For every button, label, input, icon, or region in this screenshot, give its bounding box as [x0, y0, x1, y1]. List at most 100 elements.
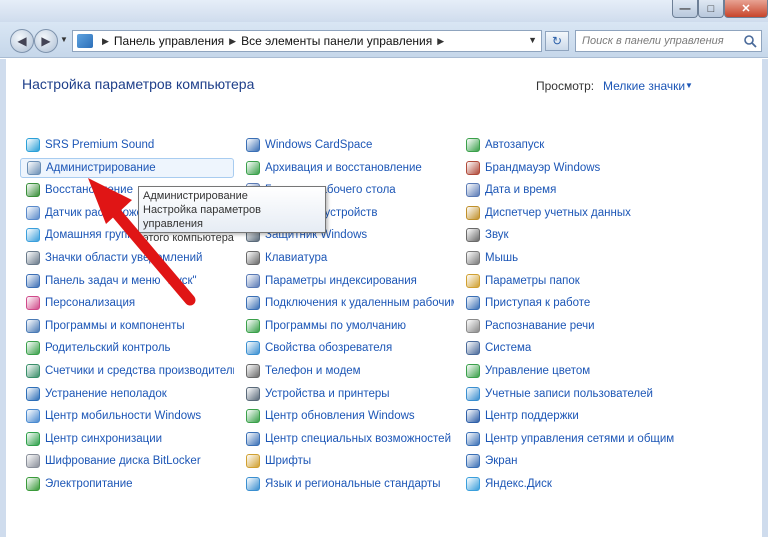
item-label: Клавиатура [265, 252, 328, 264]
refresh-button[interactable]: ↻ [545, 31, 569, 51]
control-panel-item[interactable]: Экран [460, 451, 674, 471]
control-panel-item[interactable]: Центр поддержки [460, 406, 674, 426]
recovery-icon [26, 183, 40, 198]
control-panel-item[interactable]: Звук [460, 225, 674, 245]
control-panel-item[interactable]: Значки области уведомлений [20, 248, 234, 268]
control-panel-item[interactable]: Управление цветом [460, 361, 674, 381]
item-label: Система [485, 342, 532, 355]
control-panel-item[interactable]: Центр управления сетями и общим доступом [460, 429, 674, 449]
control-panel-item[interactable]: Автозапуск [460, 135, 674, 155]
item-label: Администрирование [46, 161, 156, 174]
control-panel-item[interactable]: SRS Premium Sound [20, 135, 234, 155]
control-panel-item[interactable]: Параметры папок [460, 271, 674, 291]
control-panel-item[interactable]: Администрирование [20, 157, 234, 178]
forward-button[interactable]: ▶ [34, 29, 58, 53]
control-panel-item[interactable]: Учетные записи пользователей [460, 384, 674, 404]
item-label: Экран [485, 455, 518, 468]
item-label: Счетчики и средства производительности [45, 365, 234, 377]
control-panel-item[interactable]: Центр синхронизации [20, 429, 234, 449]
display-icon [466, 454, 480, 469]
sound-icon [466, 228, 480, 243]
view-by-dropdown[interactable]: Мелкие значки [603, 79, 685, 93]
control-panel-item[interactable]: Шрифты [240, 451, 454, 471]
control-panel-item[interactable]: Диспетчер учетных данных [460, 203, 674, 223]
bitlocker-icon [26, 454, 40, 469]
search-input[interactable]: Поиск в панели управления [575, 30, 762, 52]
breadcrumb-control-panel[interactable]: Панель управления [114, 34, 224, 48]
minimize-button[interactable]: — [672, 0, 698, 18]
breadcrumb-all-items[interactable]: Все элементы панели управления [241, 34, 432, 48]
control-panel-item[interactable]: Яндекс.Диск [460, 474, 674, 494]
item-label: Звук [485, 229, 509, 242]
control-panel-item[interactable]: Архивация и восстановление [240, 158, 454, 178]
view-by-label: Просмотр: [536, 79, 595, 93]
control-panel-item[interactable]: Система [460, 338, 674, 358]
control-panel-item[interactable]: Брандмауэр Windows [460, 158, 674, 178]
item-label: Параметры папок [485, 274, 580, 287]
item-label: Центр управления сетями и общим доступом [485, 432, 674, 445]
mobility-center-icon [26, 409, 40, 424]
control-panel-item[interactable]: Центр обновления Windows [240, 406, 454, 426]
control-panel-item[interactable]: Центр специальных возможностей [240, 429, 454, 449]
item-label: Домашняя группа [45, 229, 140, 242]
item-label: Автозапуск [485, 139, 545, 151]
control-panel-item[interactable]: Распознавание речи [460, 316, 674, 336]
maximize-button[interactable]: □ [698, 0, 724, 18]
control-panel-item[interactable]: Электропитание [20, 474, 234, 494]
control-panel-item[interactable]: Центр мобильности Windows [20, 406, 234, 426]
address-bar[interactable]: ▶ Панель управления ▶ Все элементы панел… [72, 30, 542, 52]
performance-icon [26, 364, 40, 378]
control-panel-item[interactable]: Подключения к удаленным рабочим столам [240, 293, 454, 313]
back-button[interactable]: ◀ [10, 29, 34, 53]
fonts-icon [246, 454, 260, 469]
content-pane: Настройка параметров компьютера Просмотр… [0, 59, 768, 537]
control-panel-item[interactable]: Приступая к работе [460, 293, 674, 313]
control-panel-item[interactable]: Счетчики и средства производительности [20, 361, 234, 381]
tooltip-description: Настройка параметров управления [143, 204, 261, 230]
control-panel-item[interactable]: Персонализация [20, 293, 234, 313]
network-center-icon [466, 431, 480, 446]
control-panel-item[interactable]: Устройства и принтеры [240, 384, 454, 404]
cardspace-icon [246, 138, 260, 152]
search-placeholder: Поиск в панели управления [582, 35, 724, 47]
address-dropdown-icon[interactable]: ▼ [528, 35, 537, 45]
control-panel-item[interactable]: Программы по умолчанию [240, 316, 454, 336]
control-panel-item[interactable]: Программы и компоненты [20, 316, 234, 336]
control-panel-item[interactable]: Шифрование диска BitLocker [20, 451, 234, 471]
accessibility-icon [246, 431, 260, 446]
chevron-down-icon[interactable]: ▼ [685, 81, 693, 90]
default-programs-icon [246, 318, 260, 333]
control-panel-item[interactable]: Панель задач и меню "Пуск" [20, 271, 234, 291]
item-label: Брандмауэр Windows [485, 161, 601, 174]
item-label: Центр обновления Windows [265, 410, 415, 423]
speech-recognition-icon [466, 318, 480, 333]
control-panel-item[interactable]: Мышь [460, 248, 674, 268]
tooltip: Администрирование Настройка параметров у… [138, 186, 326, 244]
control-panel-item[interactable]: Устранение неполадок [20, 384, 234, 404]
control-panel-item[interactable]: Клавиатура [240, 248, 454, 268]
breadcrumb-separator[interactable]: ▶ [229, 36, 236, 47]
control-panel-item[interactable]: Телефон и модем [240, 361, 454, 381]
user-accounts-icon [466, 386, 480, 401]
mouse-icon [466, 251, 480, 265]
taskbar-icon [26, 273, 40, 288]
close-button[interactable]: ✕ [724, 0, 768, 18]
notification-icons-icon [26, 251, 40, 265]
item-label: Панель задач и меню "Пуск" [45, 274, 197, 287]
getting-started-icon [466, 296, 480, 311]
control-panel-item[interactable]: Windows CardSpace [240, 135, 454, 155]
item-label: Шифрование диска BitLocker [45, 455, 201, 468]
control-panel-item[interactable]: Параметры индексирования [240, 271, 454, 291]
breadcrumb-separator[interactable]: ▶ [437, 36, 444, 47]
control-panel-item[interactable]: Язык и региональные стандарты [240, 474, 454, 494]
item-label: Параметры индексирования [265, 274, 417, 287]
control-panel-item[interactable]: Дата и время [460, 180, 674, 200]
search-icon[interactable] [743, 34, 757, 48]
control-panel-item[interactable]: Родительский контроль [20, 338, 234, 358]
action-center-icon [466, 409, 480, 424]
firewall-icon [466, 160, 480, 175]
breadcrumb-separator[interactable]: ▶ [102, 36, 109, 47]
control-panel-item[interactable]: Свойства обозревателя [240, 338, 454, 358]
item-label: Дата и время [485, 184, 557, 197]
recent-pages-dropdown[interactable]: ▼ [60, 35, 68, 44]
